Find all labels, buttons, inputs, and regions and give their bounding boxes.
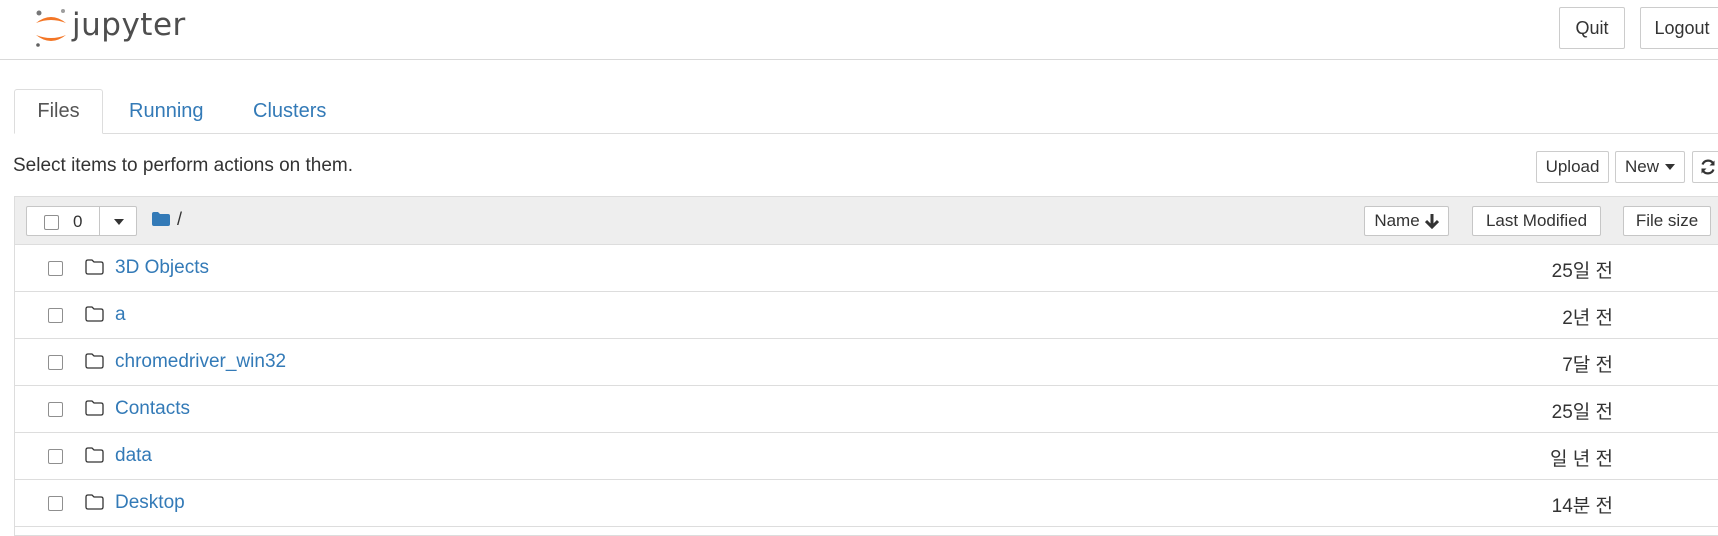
selected-count: 0 — [73, 212, 83, 231]
item-modified: 7달 전 — [1562, 355, 1613, 376]
select-all-group: 0 — [26, 206, 137, 236]
item-name-link[interactable]: a — [115, 304, 126, 326]
list-item[interactable]: 3D Objects 25일 전 — [15, 245, 1718, 292]
item-modified: 14분 전 — [1551, 496, 1613, 517]
folder-icon — [85, 400, 104, 416]
item-checkbox[interactable] — [48, 355, 63, 370]
quit-button[interactable]: Quit — [1559, 7, 1625, 49]
jupyter-logo[interactable]: jupyter — [33, 6, 186, 52]
logo-text: jupyter — [72, 7, 186, 43]
select-menu-chevron-down-icon[interactable] — [114, 219, 124, 225]
list-item[interactable]: a 2년 전 — [15, 292, 1718, 339]
folder-icon — [85, 306, 104, 322]
sort-by-name-button[interactable]: Name — [1364, 206, 1449, 236]
tab-bar: Files Running Clusters — [14, 89, 1718, 134]
sort-by-file-size-button[interactable]: File size — [1623, 206, 1711, 236]
item-checkbox[interactable] — [48, 496, 63, 511]
refresh-button[interactable] — [1692, 151, 1718, 183]
tab-files[interactable]: Files — [14, 89, 103, 134]
item-name-link[interactable]: Contacts — [115, 398, 190, 420]
select-instructions: Select items to perform actions on them. — [13, 155, 354, 176]
item-modified: 25일 전 — [1551, 261, 1613, 282]
folder-icon — [85, 353, 104, 369]
header-bar: jupyter Quit Logout — [0, 0, 1718, 60]
logout-button[interactable]: Logout — [1640, 7, 1718, 49]
chevron-down-icon — [1665, 164, 1675, 170]
folder-icon[interactable] — [152, 212, 170, 226]
breadcrumb[interactable]: / — [177, 209, 182, 230]
upload-button[interactable]: Upload — [1536, 151, 1609, 183]
list-item[interactable]: data 일 년 전 — [15, 433, 1718, 480]
item-modified: 25일 전 — [1551, 402, 1613, 423]
sort-name-label: Name — [1374, 211, 1420, 230]
list-item[interactable]: Desktop 14분 전 — [15, 480, 1718, 527]
sort-by-last-modified-button[interactable]: Last Modified — [1472, 206, 1601, 236]
select-all-checkbox[interactable] — [44, 215, 59, 230]
new-button-label: New — [1624, 157, 1659, 176]
item-checkbox[interactable] — [48, 261, 63, 276]
arrow-down-icon — [1424, 214, 1439, 229]
item-checkbox[interactable] — [48, 308, 63, 323]
item-name-link[interactable]: 3D Objects — [115, 257, 209, 279]
item-name-link[interactable]: data — [115, 445, 152, 467]
jupyter-logo-icon — [36, 9, 66, 47]
item-checkbox[interactable] — [48, 402, 63, 417]
item-modified: 2년 전 — [1562, 308, 1613, 329]
refresh-icon — [1701, 159, 1715, 175]
item-name-link[interactable]: chromedriver_win32 — [115, 351, 286, 373]
divider — [99, 207, 100, 235]
item-checkbox[interactable] — [48, 449, 63, 464]
list-item[interactable]: Contacts 25일 전 — [15, 386, 1718, 433]
item-modified: 일 년 전 — [1550, 449, 1613, 470]
file-list-header: 0 / Name Last Modified File size — [15, 197, 1718, 245]
list-item[interactable]: chromedriver_win32 7달 전 — [15, 339, 1718, 386]
new-button[interactable]: New — [1615, 151, 1685, 183]
folder-icon — [85, 259, 104, 275]
folder-icon — [85, 494, 104, 510]
tab-running[interactable]: Running — [129, 89, 204, 133]
file-list: 0 / Name Last Modified File size 3D Obje… — [14, 196, 1718, 536]
item-name-link[interactable]: Desktop — [115, 492, 185, 514]
folder-icon — [85, 447, 104, 463]
tab-clusters[interactable]: Clusters — [253, 89, 326, 133]
